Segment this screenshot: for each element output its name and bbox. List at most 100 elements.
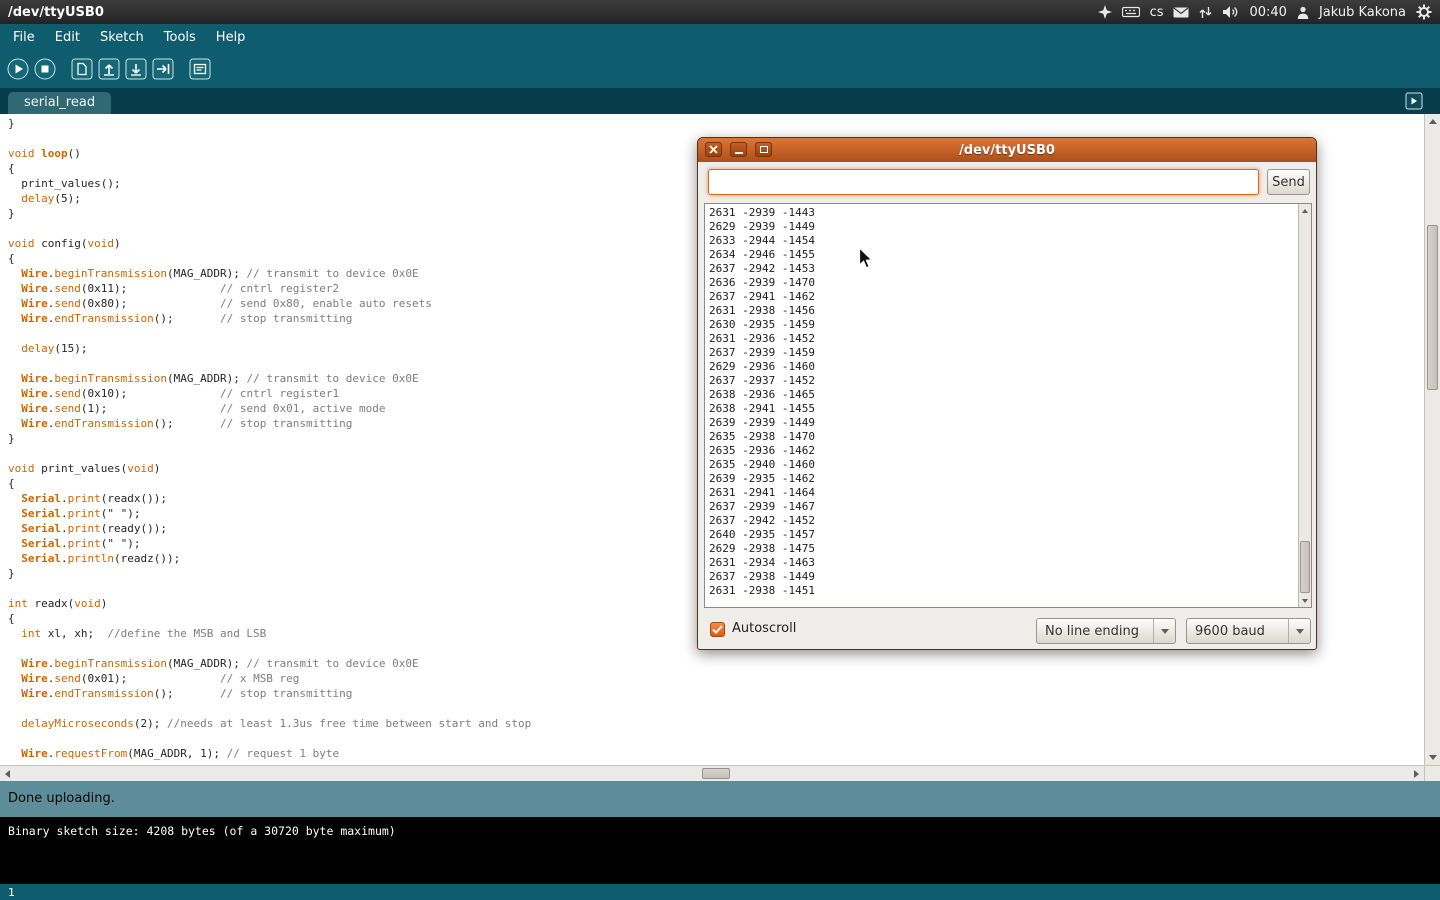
serial-data-line: 2631 -2938 -1456	[709, 304, 1296, 318]
upload-button[interactable]	[152, 58, 174, 80]
serial-data-line: 2637 -2938 -1449	[709, 570, 1296, 584]
serial-monitor-window: /dev/ttyUSB0 Send 2631 -2939 -14432629 -…	[697, 137, 1317, 650]
code-line	[8, 701, 1424, 716]
serial-monitor-button[interactable]	[189, 58, 211, 80]
new-sketch-button[interactable]	[71, 58, 93, 80]
minimize-icon[interactable]	[730, 142, 747, 157]
serial-output-area[interactable]: 2631 -2939 -14432629 -2939 -14492633 -29…	[704, 203, 1312, 608]
serial-data-line: 2631 -2938 -1451	[709, 584, 1296, 598]
serial-data-line: 2637 -2939 -1459	[709, 346, 1296, 360]
serial-data-line: 2629 -2938 -1475	[709, 542, 1296, 556]
serial-data-line: 2635 -2938 -1470	[709, 430, 1296, 444]
serial-data-line: 2631 -2934 -1463	[709, 556, 1296, 570]
serial-data-line: 2638 -2941 -1455	[709, 402, 1296, 416]
maximize-icon[interactable]	[755, 142, 772, 157]
serial-data-line: 2637 -2941 -1462	[709, 290, 1296, 304]
volume-icon[interactable]	[1222, 5, 1239, 19]
serial-scroll-up-arrow[interactable]	[1299, 204, 1311, 217]
toolbar	[0, 50, 1440, 88]
serial-data-line: 2631 -2936 -1452	[709, 332, 1296, 346]
menu-item-file[interactable]: File	[3, 26, 45, 49]
serial-data-line: 2640 -2935 -1457	[709, 528, 1296, 542]
serial-data-line: 2639 -2939 -1449	[709, 416, 1296, 430]
scrollbar-corner	[1424, 765, 1440, 781]
serial-data-line: 2639 -2935 -1462	[709, 472, 1296, 486]
stop-button[interactable]	[34, 58, 56, 80]
serial-data-line: 2629 -2939 -1449	[709, 220, 1296, 234]
editor-horizontal-scrollbar[interactable]	[0, 765, 1424, 781]
tab-menu-button[interactable]	[1405, 92, 1423, 110]
system-top-bar: /dev/ttyUSB0 cs 00:40 Jakub Kakona	[0, 0, 1440, 24]
scroll-down-arrow[interactable]	[1425, 750, 1440, 765]
code-line: Wire.beginTransmission(MAG_ADDR); // tra…	[8, 656, 1424, 671]
serial-output-text: 2631 -2939 -14432629 -2939 -14492633 -29…	[709, 206, 1296, 598]
console-output: Binary sketch size: 4208 bytes (of a 307…	[0, 817, 1440, 884]
line-number-indicator: 1	[0, 884, 1440, 900]
line-ending-select[interactable]: No line ending	[1036, 618, 1176, 644]
serial-data-line: 2637 -2937 -1452	[709, 374, 1296, 388]
scroll-up-arrow[interactable]	[1425, 114, 1440, 129]
mouse-cursor	[858, 247, 876, 271]
menu-item-help[interactable]: Help	[206, 26, 256, 49]
serial-data-line: 2635 -2936 -1462	[709, 444, 1296, 458]
baud-rate-select[interactable]: 9600 baud	[1186, 618, 1311, 644]
baud-rate-value: 9600 baud	[1187, 624, 1288, 639]
tab-serial-read[interactable]: serial_read	[8, 92, 111, 114]
serial-monitor-body: Send 2631 -2939 -14432629 -2939 -1449263…	[698, 162, 1316, 650]
verify-button[interactable]	[7, 58, 29, 80]
gear-icon[interactable]	[1416, 4, 1432, 20]
open-sketch-button[interactable]	[98, 58, 120, 80]
active-window-title: /dev/ttyUSB0	[8, 5, 104, 20]
serial-scroll-thumb[interactable]	[1300, 541, 1310, 593]
serial-data-line: 2637 -2942 -1452	[709, 514, 1296, 528]
code-line: Wire.send(0x01); // x MSB reg	[8, 671, 1424, 686]
vertical-scroll-thumb[interactable]	[1427, 225, 1438, 390]
autoscroll-checkbox[interactable]	[710, 622, 725, 637]
tab-bar: serial_read	[0, 88, 1440, 114]
clock[interactable]: 00:40	[1249, 5, 1286, 20]
serial-data-line: 2631 -2941 -1464	[709, 486, 1296, 500]
scroll-right-arrow[interactable]	[1409, 766, 1424, 781]
serial-data-line: 2633 -2944 -1454	[709, 234, 1296, 248]
chevron-down-icon[interactable]	[1288, 619, 1310, 643]
serial-data-line: 2635 -2940 -1460	[709, 458, 1296, 472]
network-transfer-icon[interactable]	[1199, 6, 1212, 19]
editor-vertical-scrollbar[interactable]	[1424, 114, 1440, 765]
scroll-left-arrow[interactable]	[0, 766, 15, 781]
menu-item-tools[interactable]: Tools	[154, 26, 206, 49]
send-button[interactable]: Send	[1267, 169, 1310, 195]
serial-data-line: 2637 -2942 -1453	[709, 262, 1296, 276]
system-tray: cs 00:40 Jakub Kakona	[1098, 4, 1432, 20]
serial-monitor-titlebar[interactable]: /dev/ttyUSB0	[698, 138, 1316, 162]
code-line: }	[8, 116, 1424, 131]
status-bar: Done uploading.	[0, 781, 1440, 817]
menu-item-edit[interactable]: Edit	[45, 26, 90, 49]
serial-monitor-title: /dev/ttyUSB0	[959, 143, 1055, 158]
chevron-down-icon[interactable]	[1153, 619, 1175, 643]
autoscroll-label: Autoscroll	[732, 621, 796, 636]
save-sketch-button[interactable]	[125, 58, 147, 80]
serial-data-line: 2629 -2936 -1460	[709, 360, 1296, 374]
line-ending-value: No line ending	[1037, 624, 1153, 639]
close-icon[interactable]	[705, 142, 722, 157]
serial-data-line: 2631 -2939 -1443	[709, 206, 1296, 220]
window-buttons	[705, 142, 772, 157]
horizontal-scroll-thumb[interactable]	[702, 768, 730, 779]
serial-data-line: 2638 -2936 -1465	[709, 388, 1296, 402]
menu-item-sketch[interactable]: Sketch	[90, 26, 154, 49]
indicator-icon[interactable]	[1098, 5, 1112, 19]
user-icon	[1297, 6, 1309, 19]
serial-scrollbar[interactable]	[1298, 204, 1311, 607]
serial-data-line: 2636 -2939 -1470	[709, 276, 1296, 290]
menu-bar: FileEditSketchToolsHelp	[0, 24, 1440, 50]
code-line: Wire.requestFrom(MAG_ADDR, 1); // reques…	[8, 746, 1424, 761]
serial-scroll-down-arrow[interactable]	[1299, 594, 1311, 607]
serial-send-input[interactable]	[708, 169, 1259, 195]
serial-data-line: 2630 -2935 -1459	[709, 318, 1296, 332]
code-line	[8, 731, 1424, 746]
keyboard-layout-icon[interactable]	[1122, 6, 1140, 18]
code-line: Wire.endTransmission(); // stop transmit…	[8, 686, 1424, 701]
keyboard-layout-label[interactable]: cs	[1150, 5, 1164, 20]
mail-icon[interactable]	[1173, 7, 1189, 18]
user-name[interactable]: Jakub Kakona	[1319, 5, 1406, 20]
